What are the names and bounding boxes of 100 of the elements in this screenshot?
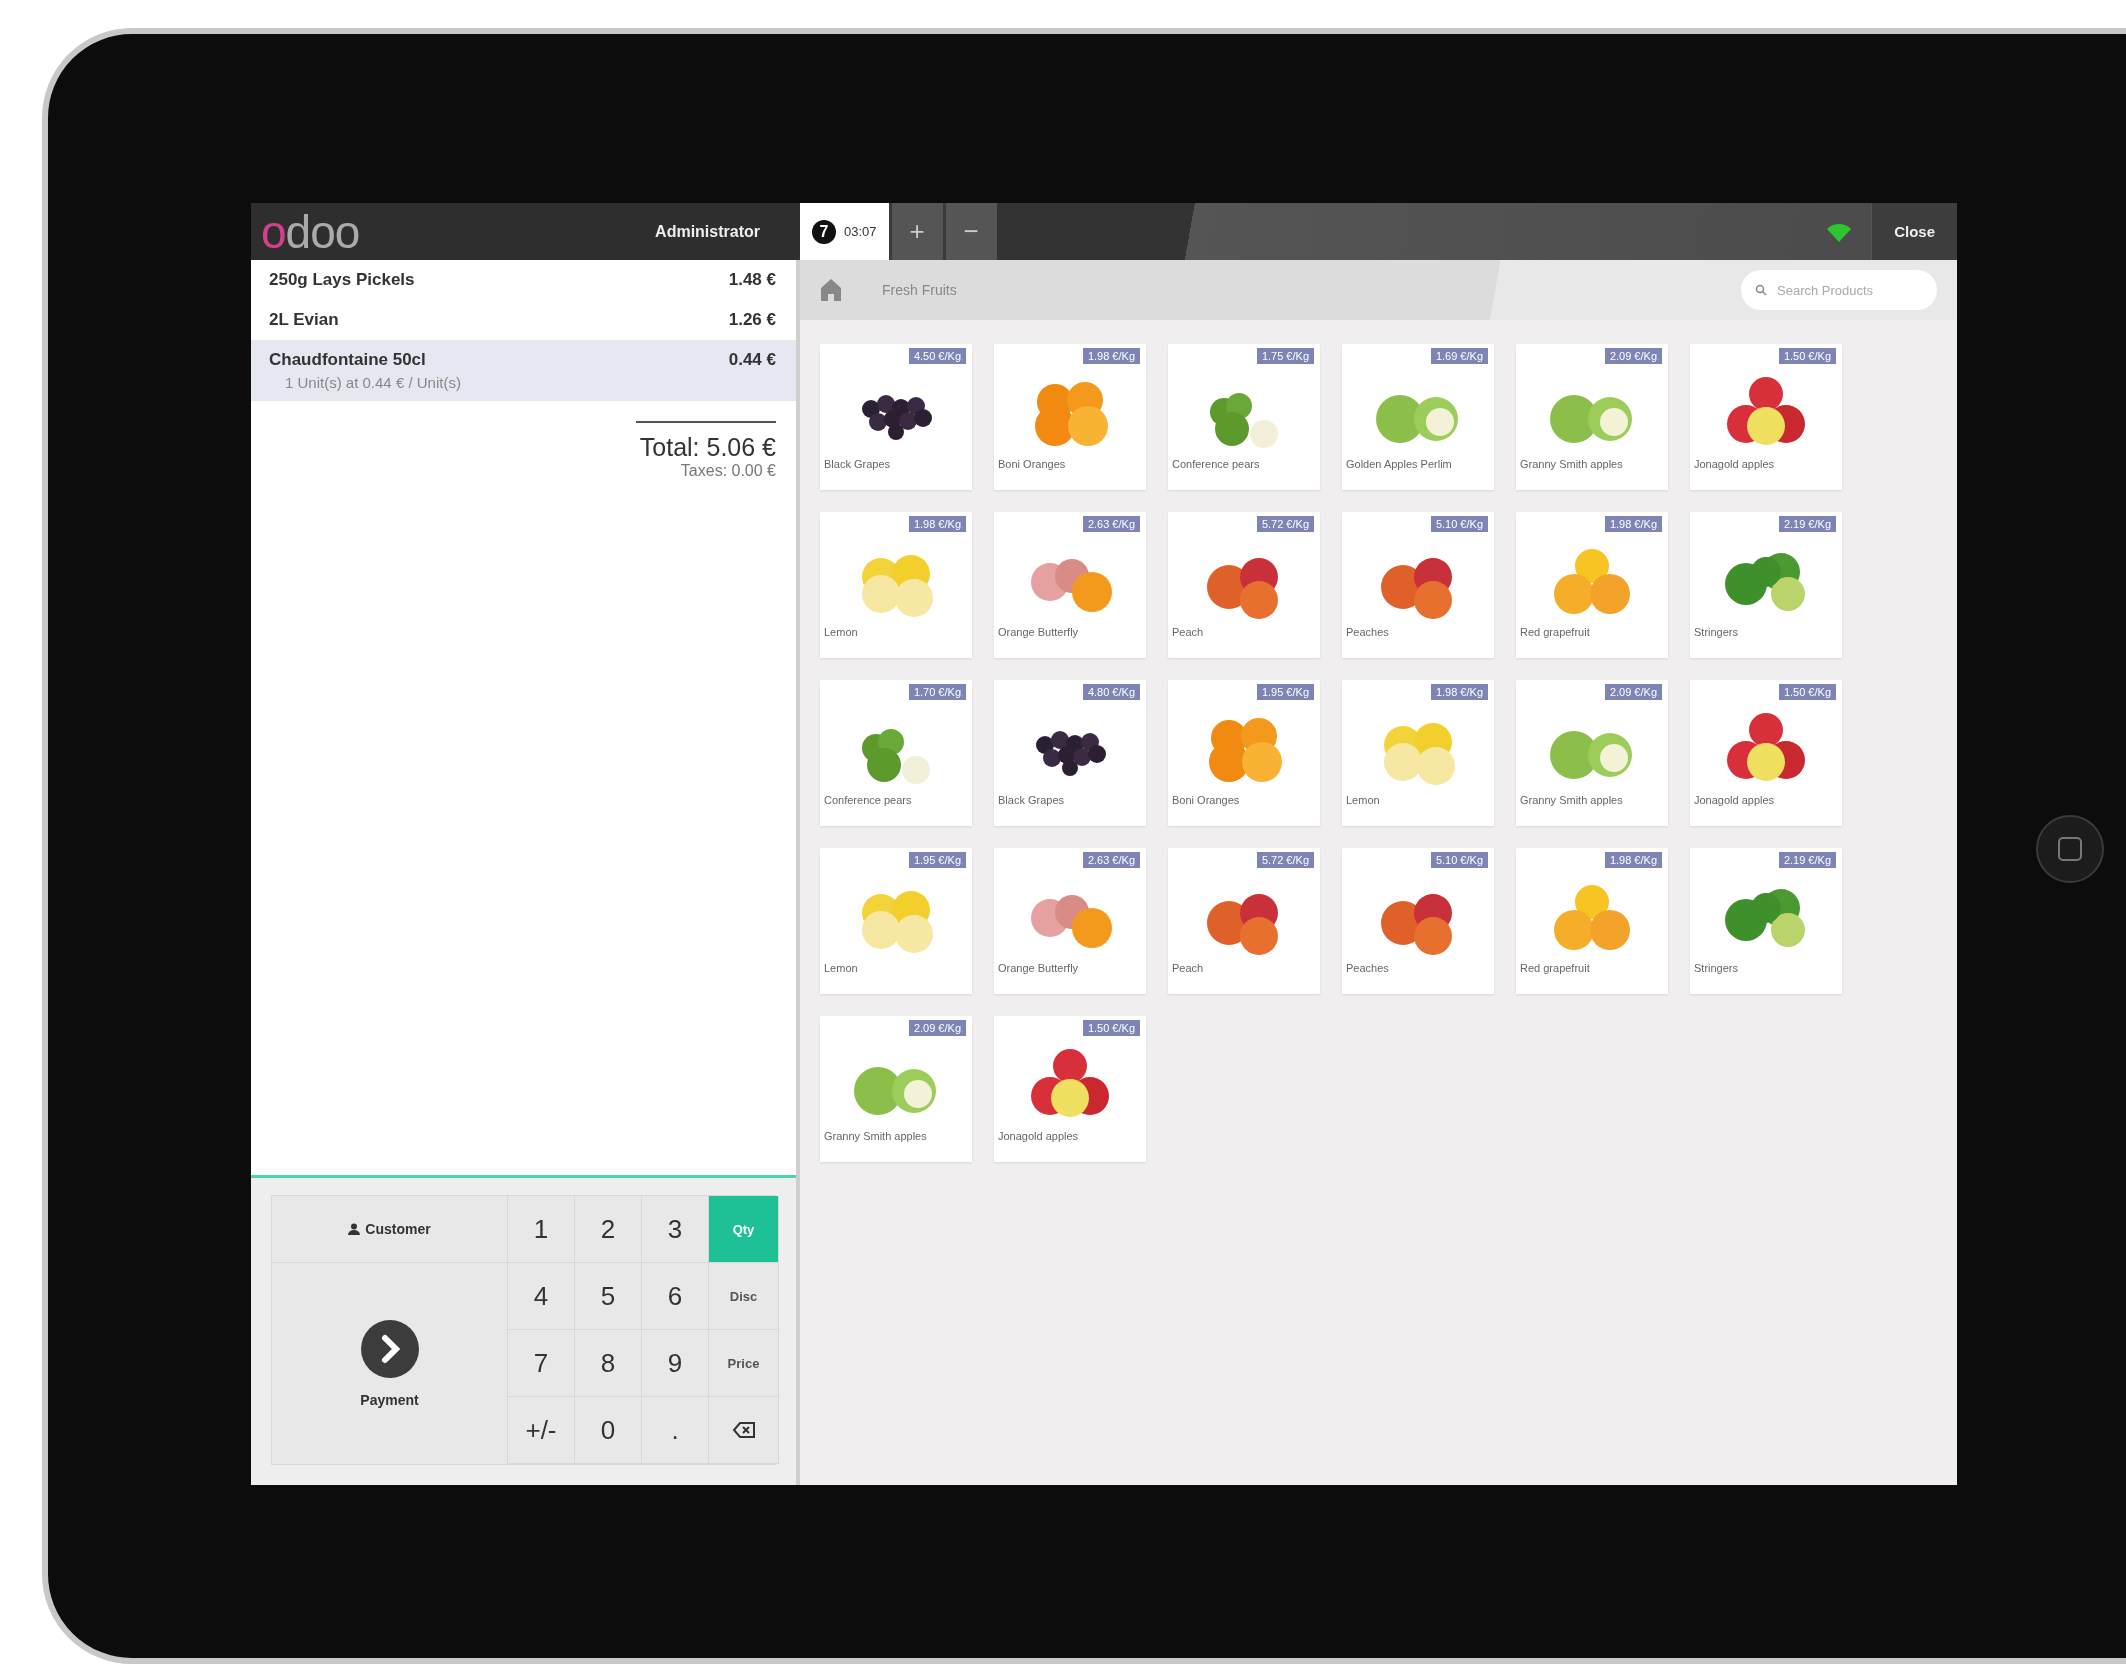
product-name: Conference pears (823, 793, 913, 806)
product-card[interactable]: 2.19 €/Kg Stringers (1690, 512, 1842, 658)
product-card[interactable]: 2.19 €/Kg Stringers (1690, 848, 1842, 994)
price-tag: 4.80 €/Kg (1082, 684, 1140, 700)
product-name: Orange Butterfly (997, 961, 1080, 974)
order-taxes: Taxes: 0.00 € (680, 462, 776, 480)
price-tag: 1.69 €/Kg (1430, 348, 1488, 364)
product-card[interactable]: 1.50 €/Kg Jonagold apples (994, 1016, 1146, 1162)
product-card[interactable]: 1.98 €/Kg Boni Oranges (994, 344, 1146, 490)
price-tag: 2.63 €/Kg (1082, 516, 1140, 532)
line-details: 1 Unit(s) at 0.44 € / Unit(s) (284, 374, 462, 391)
product-card[interactable]: 1.69 €/Kg Golden Apples Perlim (1342, 344, 1494, 490)
price-tag: 1.98 €/Kg (1430, 684, 1488, 700)
user-name: Administrator (655, 222, 760, 241)
numpad-key[interactable]: 4 (508, 1263, 575, 1330)
product-card[interactable]: 4.50 €/Kg Black Grapes (820, 344, 972, 490)
mode-button[interactable]: Price (709, 1330, 779, 1397)
price-tag: 2.09 €/Kg (908, 1020, 966, 1036)
product-card[interactable]: 1.50 €/Kg Jonagold apples (1690, 344, 1842, 490)
product-name: Conference pears (1171, 457, 1261, 470)
price-tag: 1.75 €/Kg (1256, 348, 1314, 364)
product-name: Black Grapes (997, 793, 1066, 806)
numpad-key[interactable]: 3 (642, 1196, 709, 1263)
product-name: Peaches (1345, 961, 1390, 974)
price-tag: 1.50 €/Kg (1778, 348, 1836, 364)
product-name: Stringers (1693, 961, 1740, 974)
payment-button[interactable]: Payment (272, 1263, 508, 1464)
numpad-key[interactable]: . (642, 1397, 709, 1464)
product-card[interactable]: 1.50 €/Kg Jonagold apples (1690, 680, 1842, 826)
product-card[interactable]: 1.75 €/Kg Conference pears (1168, 344, 1320, 490)
product-name: Peach (1171, 625, 1205, 638)
search-field[interactable]: Search Products (1741, 270, 1937, 310)
product-card[interactable]: 5.72 €/Kg Peach (1168, 848, 1320, 994)
product-card[interactable]: 2.09 €/Kg Granny Smith apples (1516, 344, 1668, 490)
order-total: Total: 5.06 € (635, 421, 776, 462)
product-card[interactable]: 1.95 €/Kg Lemon (820, 848, 972, 994)
backspace-icon (731, 1421, 756, 1439)
numpad-key[interactable]: 2 (575, 1196, 642, 1263)
price-tag: 5.72 €/Kg (1256, 852, 1314, 868)
product-name: Stringers (1693, 625, 1740, 638)
price-tag: 1.98 €/Kg (908, 516, 966, 532)
product-card[interactable]: 1.98 €/Kg Lemon (1342, 680, 1494, 826)
price-tag: 2.09 €/Kg (1604, 348, 1662, 364)
product-card[interactable]: 4.80 €/Kg Black Grapes (994, 680, 1146, 826)
order-line[interactable]: 2L Evian 1.26 € (251, 300, 796, 340)
product-card[interactable]: 1.98 €/Kg Red grapefruit (1516, 512, 1668, 658)
price-tag: 2.63 €/Kg (1082, 852, 1140, 868)
product-card[interactable]: 1.70 €/Kg Conference pears (820, 680, 972, 826)
order-tab[interactable]: 7 03:07 (800, 203, 889, 260)
home-icon[interactable] (820, 278, 842, 302)
product-name: Boni Oranges (1171, 793, 1241, 806)
price-tag: 1.98 €/Kg (1082, 348, 1140, 364)
price-tag: 4.50 €/Kg (908, 348, 966, 364)
product-card[interactable]: 1.95 €/Kg Boni Oranges (1168, 680, 1320, 826)
order-number: 7 (812, 219, 836, 244)
line-price: 0.44 € (728, 350, 776, 370)
customer-button[interactable]: Customer (272, 1196, 508, 1263)
product-card[interactable]: 2.63 €/Kg Orange Butterfly (994, 848, 1146, 994)
numpad-key[interactable]: 0 (575, 1397, 642, 1464)
product-name: Granny Smith apples (1519, 793, 1624, 806)
product-card[interactable]: 2.09 €/Kg Granny Smith apples (820, 1016, 972, 1162)
price-tag: 1.98 €/Kg (1604, 516, 1662, 532)
product-name: Peaches (1345, 625, 1390, 638)
price-tag: 1.95 €/Kg (908, 852, 966, 868)
add-order-button[interactable]: + (888, 203, 943, 260)
product-card[interactable]: 1.98 €/Kg Red grapefruit (1516, 848, 1668, 994)
remove-order-button[interactable]: − (942, 203, 997, 260)
price-tag: 1.50 €/Kg (1082, 1020, 1140, 1036)
numpad-key[interactable]: 8 (575, 1330, 642, 1397)
numpad-key[interactable]: 1 (508, 1196, 575, 1263)
product-card[interactable]: 2.63 €/Kg Orange Butterfly (994, 512, 1146, 658)
numpad-key[interactable]: +/- (508, 1397, 575, 1464)
backspace-button[interactable] (709, 1397, 779, 1464)
numpad-key[interactable]: 5 (575, 1263, 642, 1330)
price-tag: 1.98 €/Kg (1604, 852, 1662, 868)
price-tag: 2.09 €/Kg (1604, 684, 1662, 700)
product-name: Lemon (823, 961, 859, 974)
product-name: 250g Lays Pickels (269, 270, 415, 290)
price-tag: 2.19 €/Kg (1778, 852, 1836, 868)
product-name: Red grapefruit (1519, 961, 1591, 974)
product-name: Jonagold apples (1693, 793, 1776, 806)
price-tag: 2.19 €/Kg (1778, 516, 1836, 532)
product-name: Lemon (1345, 793, 1381, 806)
product-card[interactable]: 5.72 €/Kg Peach (1168, 512, 1320, 658)
product-card[interactable]: 5.10 €/Kg Peaches (1342, 848, 1494, 994)
close-button[interactable]: Close (1871, 203, 1957, 260)
product-card[interactable]: 2.09 €/Kg Granny Smith apples (1516, 680, 1668, 826)
numpad-key[interactable]: 6 (642, 1263, 709, 1330)
product-card[interactable]: 1.98 €/Kg Lemon (820, 512, 972, 658)
price-tag: 1.70 €/Kg (908, 684, 966, 700)
mode-button[interactable]: Disc (709, 1263, 779, 1330)
order-time: 03:07 (844, 224, 877, 239)
numpad-key[interactable]: 9 (642, 1330, 709, 1397)
product-name: Granny Smith apples (1519, 457, 1624, 470)
order-line[interactable]: 250g Lays Pickels 1.48 € (251, 260, 796, 300)
price-tag: 1.95 €/Kg (1256, 684, 1314, 700)
product-name: Boni Oranges (997, 457, 1067, 470)
product-card[interactable]: 5.10 €/Kg Peaches (1342, 512, 1494, 658)
numpad-key[interactable]: 7 (508, 1330, 575, 1397)
price-tag: 5.10 €/Kg (1430, 852, 1488, 868)
